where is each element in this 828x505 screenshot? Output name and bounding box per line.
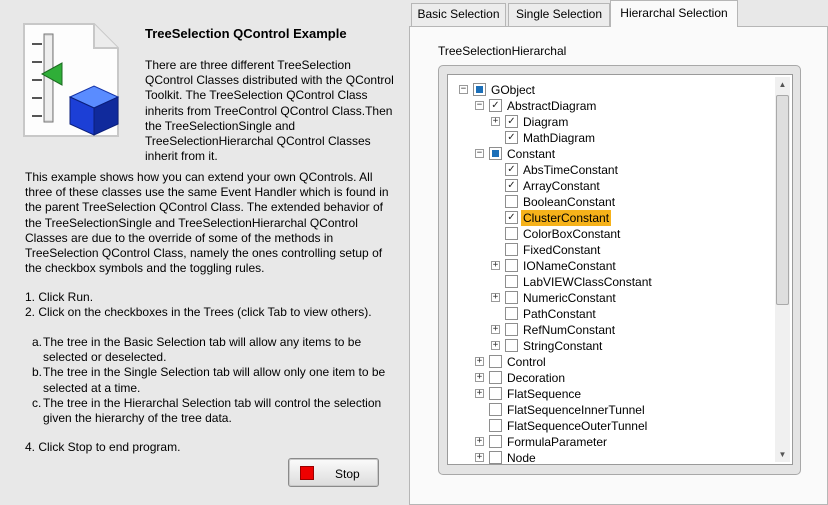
node-label: Decoration (507, 371, 566, 385)
node-label: RefNumConstant (523, 323, 616, 337)
expand-icon[interactable]: + (491, 261, 500, 270)
node-checkbox[interactable] (489, 387, 502, 400)
sub-step-b: b. The tree in the Single Selection tab … (32, 365, 402, 395)
collapse-icon[interactable]: − (475, 149, 484, 158)
node-label: Constant (507, 147, 556, 161)
expand-icon[interactable]: + (491, 117, 500, 126)
tree-scrollbar[interactable]: ▲ ▼ (775, 77, 790, 462)
sub-step-a-label: a. (32, 335, 43, 349)
example-title: TreeSelection QControl Example (145, 26, 347, 41)
tree-label: TreeSelectionHierarchal (438, 44, 567, 58)
node-checkbox[interactable] (505, 339, 518, 352)
sub-step-c-label: c. (32, 395, 42, 410)
sub-step-c-text: The tree in the Hierarchal Selection tab… (43, 395, 382, 426)
tree-selection-hierarchal[interactable]: ▲ ▼ −GObject−AbstractDiagram+DiagramMath… (447, 74, 793, 465)
tab-hierarchal-selection[interactable]: Hierarchal Selection (610, 0, 738, 27)
sub-instructions: a. The tree in the Basic Selection tab w… (32, 335, 402, 426)
node-checkbox[interactable] (489, 403, 502, 416)
node-label: IONameConstant (523, 259, 616, 273)
tab-control: Basic Selection Single Selection Hierarc… (409, 0, 828, 505)
expand-icon[interactable]: + (491, 325, 500, 334)
node-checkbox[interactable] (505, 227, 518, 240)
node-label: BooleanConstant (523, 195, 616, 209)
node-checkbox[interactable] (489, 371, 502, 384)
explanation-text: This example shows how you can extend yo… (25, 170, 389, 276)
node-label: ArrayConstant (523, 179, 600, 193)
scroll-up-arrow-icon[interactable]: ▲ (775, 77, 790, 92)
node-checkbox[interactable] (473, 83, 486, 96)
expand-icon[interactable]: + (475, 389, 484, 398)
node-label: Diagram (523, 115, 569, 129)
node-checkbox[interactable] (505, 307, 518, 320)
node-label: StringConstant (523, 339, 603, 353)
node-label: ClusterConstant (521, 210, 612, 226)
node-label: ColorBoxConstant (523, 227, 621, 241)
expand-icon[interactable]: + (491, 341, 500, 350)
description-panel: TreeSelection QControl Example There are… (0, 0, 405, 505)
node-checkbox[interactable] (489, 435, 502, 448)
node-checkbox[interactable] (489, 355, 502, 368)
expand-icon[interactable]: + (475, 357, 484, 366)
collapse-icon[interactable]: − (459, 85, 468, 94)
stop-icon (300, 466, 314, 480)
scroll-down-arrow-icon[interactable]: ▼ (775, 447, 790, 462)
sub-step-c: c. The tree in the Hierarchal Selection … (32, 396, 402, 426)
node-label: Control (507, 355, 546, 369)
tab-single-selection[interactable]: Single Selection (508, 3, 610, 26)
node-checkbox[interactable] (505, 259, 518, 272)
expand-icon[interactable]: + (475, 373, 484, 382)
step-1: 1. Click Run. (25, 290, 94, 304)
node-label: FormulaParameter (507, 435, 608, 449)
node-label: AbsTimeConstant (523, 163, 618, 177)
collapse-icon[interactable]: − (475, 101, 484, 110)
node-label: GObject (491, 83, 536, 97)
node-label: PathConstant (523, 307, 596, 321)
node-label: LabVIEWClassConstant (523, 275, 652, 289)
expand-icon[interactable]: + (475, 437, 484, 446)
tab-panel-hierarchal: TreeSelectionHierarchal ▲ ▼ −GObject−Abs… (409, 26, 828, 505)
node-checkbox[interactable] (505, 323, 518, 336)
node-label: FixedConstant (523, 243, 601, 257)
node-checkbox[interactable] (489, 147, 502, 160)
node-checkbox[interactable] (505, 131, 518, 144)
scroll-thumb[interactable] (776, 95, 789, 305)
step-2: 2. Click on the checkboxes in the Trees … (25, 305, 372, 320)
vi-icon (22, 22, 122, 138)
node-label: MathDiagram (523, 131, 596, 145)
node-checkbox[interactable] (505, 291, 518, 304)
sub-step-a: a. The tree in the Basic Selection tab w… (32, 335, 402, 365)
node-label: FlatSequenceInnerTunnel (507, 403, 645, 417)
node-label: AbstractDiagram (507, 99, 597, 113)
node-checkbox[interactable] (505, 179, 518, 192)
instructions: 1. Click Run. 2. Click on the checkboxes… (25, 290, 400, 320)
node-checkbox[interactable] (505, 115, 518, 128)
sub-step-b-text: The tree in the Single Selection tab wil… (43, 365, 386, 395)
tree-frame: ▲ ▼ −GObject−AbstractDiagram+DiagramMath… (438, 65, 801, 475)
sub-step-b-label: b. (32, 365, 43, 380)
node-checkbox[interactable] (505, 275, 518, 288)
node-checkbox[interactable] (505, 243, 518, 256)
step-4: 4. Click Stop to end program. (25, 440, 181, 454)
node-label: Node (507, 451, 536, 465)
sub-step-a-text: The tree in the Basic Selection tab will… (43, 335, 362, 365)
intro-text: There are three different TreeSelection … (145, 58, 394, 164)
node-label: FlatSequence (507, 387, 582, 401)
node-checkbox[interactable] (505, 195, 518, 208)
node-checkbox[interactable] (489, 451, 502, 464)
tab-basic-selection[interactable]: Basic Selection (411, 3, 506, 26)
node-checkbox[interactable] (505, 211, 518, 224)
expand-icon[interactable]: + (475, 453, 484, 462)
node-checkbox[interactable] (489, 99, 502, 112)
node-checkbox[interactable] (489, 419, 502, 432)
stop-button[interactable]: Stop (288, 458, 379, 487)
stop-button-label: Stop (335, 467, 360, 481)
expand-icon[interactable]: + (491, 293, 500, 302)
node-label: FlatSequenceOuterTunnel (507, 419, 648, 433)
node-label: NumericConstant (523, 291, 616, 305)
node-checkbox[interactable] (505, 163, 518, 176)
